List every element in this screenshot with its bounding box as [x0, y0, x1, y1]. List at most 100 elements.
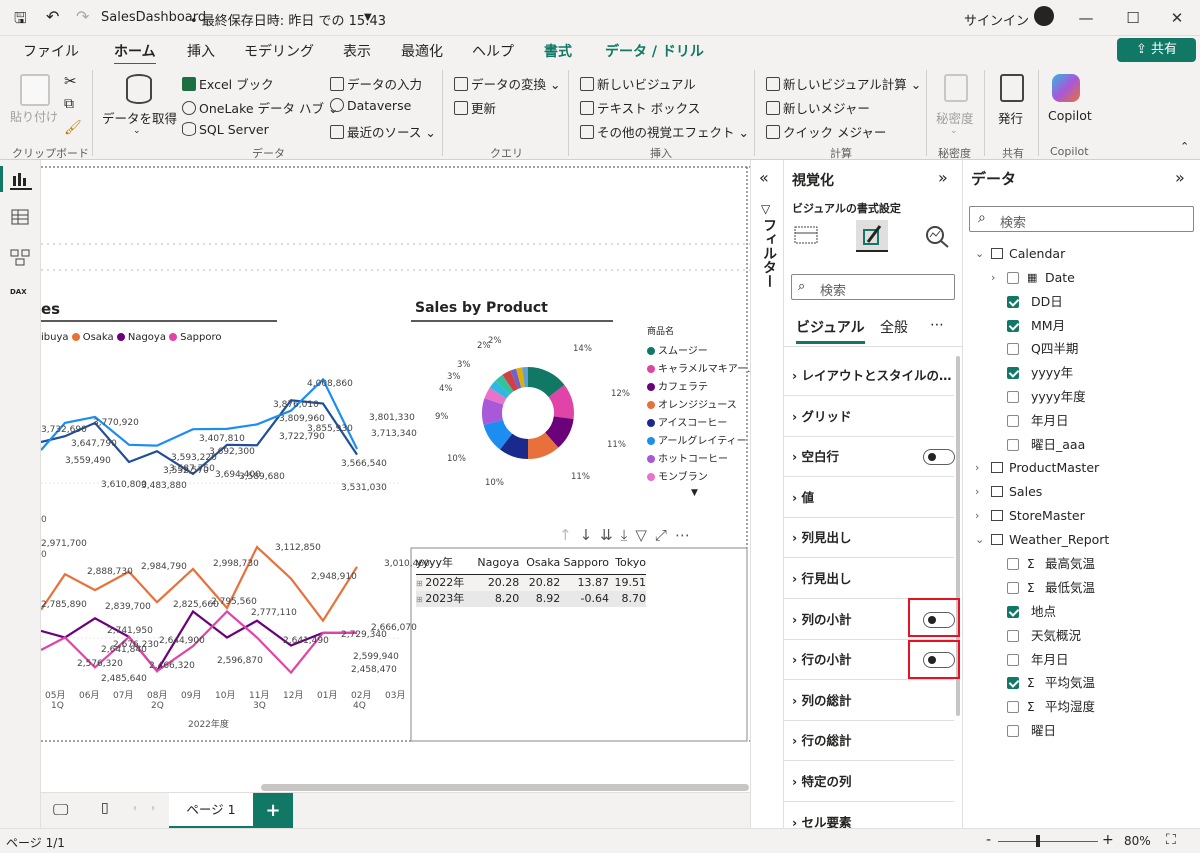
- field-row[interactable]: › ▦ Date: [975, 266, 1195, 290]
- chevron-down-icon[interactable]: ⌄: [950, 126, 958, 136]
- analytics-icon[interactable]: [924, 224, 950, 248]
- legend-item[interactable]: アールグレイティー: [647, 432, 747, 447]
- table-view-icon[interactable]: [10, 208, 32, 228]
- field-checkbox[interactable]: [1007, 606, 1019, 618]
- field-checkbox[interactable]: [1007, 558, 1019, 571]
- legend-scroll-icon[interactable]: ▼: [691, 488, 698, 498]
- legend-item[interactable]: カフェラテ: [647, 378, 708, 393]
- report-view-icon[interactable]: [10, 170, 32, 190]
- tab-format[interactable]: 書式: [544, 41, 572, 61]
- legend-item[interactable]: キャラメルマキアー…: [647, 360, 750, 375]
- field-checkbox[interactable]: [1007, 343, 1019, 356]
- filter-icon[interactable]: ▽: [635, 526, 655, 544]
- report-canvas[interactable]: es ibuya Osaka Nagoya Sapporo 3,732,690 3…: [41, 160, 750, 792]
- enter-data-button[interactable]: データの入力: [330, 74, 422, 93]
- field-checkbox[interactable]: [1007, 295, 1019, 308]
- field-row[interactable]: 年月日: [975, 409, 1195, 433]
- table-node[interactable]: ⌄ Calendar: [975, 242, 1195, 266]
- model-view-icon[interactable]: [10, 248, 32, 268]
- format-section[interactable]: › 列見出し: [784, 518, 954, 559]
- onelake-button[interactable]: OneLake データ ハブ ⌄: [182, 98, 338, 117]
- zoom-out-icon[interactable]: -: [986, 832, 991, 848]
- viz-search-input[interactable]: ⌕ 検索: [791, 274, 955, 300]
- collapse-ribbon-icon[interactable]: ⌃: [1180, 140, 1189, 153]
- table-node[interactable]: › ProductMaster: [975, 456, 1195, 480]
- sign-in-link[interactable]: サインイン: [964, 10, 1029, 29]
- table-node[interactable]: › Sales: [975, 480, 1195, 504]
- chevron-right-icon[interactable]: ›: [975, 480, 979, 504]
- field-row[interactable]: 曜日: [975, 719, 1195, 743]
- chevron-right-icon[interactable]: ›: [975, 456, 979, 480]
- format-section[interactable]: › 行の総計: [784, 721, 954, 762]
- sensitivity-button[interactable]: 秘密度: [936, 108, 974, 127]
- format-section[interactable]: › レイアウトとスタイルの…: [784, 356, 954, 396]
- field-row[interactable]: DD日: [975, 290, 1195, 314]
- field-row[interactable]: yyyy年: [975, 361, 1195, 385]
- matrix-header[interactable]: Osaka: [519, 551, 560, 574]
- textbox-button[interactable]: テキスト ボックス: [580, 98, 700, 117]
- matrix-header[interactable]: Nagoya: [473, 551, 519, 574]
- format-section[interactable]: › 行見出し: [784, 559, 954, 599]
- tab-visual[interactable]: ビジュアル: [796, 317, 865, 344]
- drill-down-icon[interactable]: ↓: [580, 526, 601, 544]
- legend-item[interactable]: オレンジジュース: [647, 396, 737, 411]
- legend-item[interactable]: ホットコーヒー: [647, 450, 728, 465]
- field-checkbox[interactable]: [1007, 438, 1019, 451]
- table-node[interactable]: ⌄ Weather_Report: [975, 528, 1195, 552]
- copy-icon[interactable]: ⧉: [64, 96, 74, 112]
- format-section[interactable]: › 列の総計: [784, 681, 954, 721]
- new-visual-calc-button[interactable]: 新しいビジュアル計算 ⌄: [766, 74, 921, 93]
- field-checkbox[interactable]: [1007, 272, 1019, 284]
- chevron-down-icon[interactable]: ⌄: [975, 528, 984, 552]
- maximize-icon[interactable]: ☐: [1110, 0, 1156, 36]
- zoom-slider[interactable]: [998, 841, 1098, 842]
- tab-general[interactable]: 全般: [880, 317, 908, 337]
- expand-next-icon[interactable]: ⤓: [621, 526, 636, 544]
- matrix-visual[interactable]: yyyy年 Nagoya Osaka Sapporo Tokyo ⊞ 2022年…: [416, 551, 646, 607]
- recent-sources-button[interactable]: 最近のソース ⌄: [330, 122, 436, 141]
- avatar[interactable]: [1034, 6, 1054, 26]
- more-options-icon[interactable]: ⋯: [930, 317, 944, 333]
- get-data-button[interactable]: データを取得: [102, 108, 177, 127]
- field-row[interactable]: Σ 最高気温: [975, 552, 1195, 576]
- tab-file[interactable]: ファイル: [23, 41, 79, 61]
- matrix-header[interactable]: Tokyo: [609, 551, 646, 574]
- tab-view[interactable]: 表示: [343, 41, 371, 61]
- format-section[interactable]: › 値: [784, 478, 954, 518]
- transform-data-button[interactable]: データの変換 ⌄: [454, 74, 560, 93]
- cut-icon[interactable]: ✂: [64, 72, 77, 90]
- field-row[interactable]: 地点: [975, 600, 1195, 624]
- format-section[interactable]: › グリッド: [784, 397, 954, 437]
- excel-button[interactable]: Excel ブック: [182, 74, 274, 93]
- sql-server-button[interactable]: SQL Server: [182, 122, 269, 137]
- next-page-icon[interactable]: ›: [151, 803, 155, 814]
- horizontal-scrollbar[interactable]: [261, 784, 749, 791]
- field-row[interactable]: Σ 最低気温: [975, 576, 1195, 600]
- refresh-button[interactable]: 更新: [454, 98, 496, 117]
- field-row[interactable]: Q四半期: [975, 337, 1195, 361]
- tab-help[interactable]: ヘルプ: [472, 41, 514, 61]
- format-painter-icon[interactable]: 🖌: [64, 120, 82, 136]
- row-header[interactable]: ⊞ 2022年: [416, 575, 473, 591]
- expand-filter-icon[interactable]: «: [759, 168, 769, 187]
- zoom-thumb[interactable]: [1036, 835, 1040, 847]
- field-checkbox[interactable]: [1007, 319, 1019, 332]
- field-row[interactable]: 天気概況: [975, 624, 1195, 648]
- fit-to-page-icon[interactable]: ⛶: [1166, 832, 1176, 848]
- legend-item[interactable]: スムージー: [647, 342, 708, 357]
- field-checkbox[interactable]: [1007, 725, 1019, 737]
- field-row[interactable]: Σ 平均湿度: [975, 695, 1195, 719]
- chevron-right-icon[interactable]: ›: [991, 266, 995, 290]
- page-tab[interactable]: ページ 1: [169, 793, 253, 829]
- field-checkbox[interactable]: [1007, 582, 1019, 595]
- collapse-viz-icon[interactable]: »: [938, 168, 948, 187]
- field-row[interactable]: MM月: [975, 314, 1195, 338]
- filter-pane[interactable]: « ▽ フィルター: [750, 160, 784, 828]
- format-section[interactable]: › 特定の列: [784, 762, 954, 802]
- field-row[interactable]: 曜日_aaa: [975, 433, 1195, 457]
- dataverse-button[interactable]: Dataverse: [330, 98, 411, 113]
- build-visual-icon[interactable]: [794, 224, 820, 246]
- paste-button[interactable]: 貼り付け: [10, 108, 58, 125]
- quick-measure-button[interactable]: クイック メジャー: [766, 122, 886, 141]
- desktop-layout-icon[interactable]: 🖵: [53, 800, 68, 820]
